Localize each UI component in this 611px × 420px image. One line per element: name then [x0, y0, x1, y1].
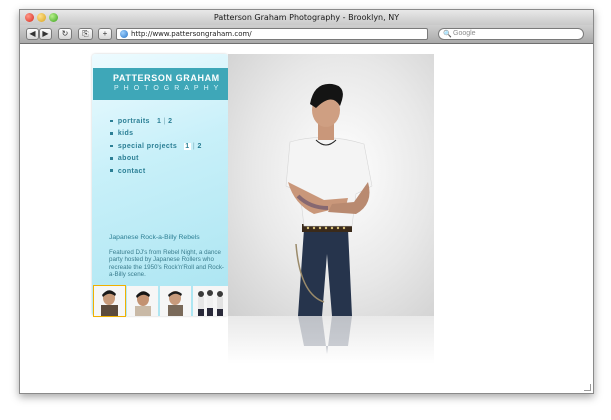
- nav-separator: |: [163, 118, 166, 125]
- bullet-icon: [110, 157, 113, 160]
- resize-grip-icon[interactable]: [584, 384, 591, 391]
- url-text: http://www.pattersongraham.com/: [131, 30, 252, 38]
- search-icon: 🔍: [443, 31, 452, 38]
- portrait-thumb-3-icon: [160, 286, 191, 316]
- nav-special-projects-page-1[interactable]: 1: [184, 142, 191, 150]
- bullet-icon: [110, 132, 113, 135]
- sidebar: PATTERSON GRAHAM PHOTOGRAPHY portraits 1…: [92, 54, 228, 317]
- nav-portraits-page-2[interactable]: 2: [168, 118, 172, 125]
- zoom-window-icon[interactable]: [49, 13, 58, 22]
- site-nav: portraits 1 | 2 kids special projects 1 …: [110, 118, 202, 180]
- bullet-icon: [110, 169, 113, 172]
- browser-toolbar: ◀ ▶ ↻ ⎘ + http://www.pattersongraham.com…: [20, 25, 593, 44]
- thumbnail-4[interactable]: [193, 286, 228, 316]
- nav-separator: |: [192, 142, 196, 150]
- search-input[interactable]: 🔍 Google: [438, 28, 584, 40]
- add-bookmark-button[interactable]: +: [98, 28, 112, 40]
- portrait-thumb-2-icon: [127, 286, 158, 316]
- bullet-icon: [110, 144, 113, 148]
- group-thumb-icon: [193, 286, 228, 316]
- nav-special-projects-link[interactable]: special projects: [118, 143, 177, 150]
- portrait-thumb-1-icon: [94, 286, 125, 316]
- rockabilly-portrait-icon: [285, 83, 373, 316]
- forward-button[interactable]: ▶: [39, 28, 52, 40]
- title-bar: Patterson Graham Photography - Brooklyn,…: [20, 10, 593, 25]
- project-description: Featured DJ's from Rebel Night, a dance …: [109, 249, 224, 279]
- project-title: Japanese Rock-a-Billy Rebels: [109, 234, 200, 241]
- globe-icon: [120, 30, 128, 38]
- site-logo[interactable]: PATTERSON GRAHAM PHOTOGRAPHY: [93, 68, 228, 100]
- search-placeholder: Google: [453, 30, 476, 37]
- minimize-window-icon[interactable]: [37, 13, 46, 22]
- nav-portraits-page-1[interactable]: 1: [157, 118, 161, 125]
- nav-kids-link[interactable]: kids: [118, 130, 134, 137]
- nav-item-about: about: [110, 155, 202, 167]
- snapshot-button[interactable]: ⎘: [78, 28, 93, 40]
- address-bar[interactable]: http://www.pattersongraham.com/: [116, 28, 428, 40]
- thumbnail-3[interactable]: [160, 286, 191, 316]
- reflection-legs-icon: [298, 316, 352, 354]
- back-button[interactable]: ◀: [26, 28, 39, 40]
- thumbnail-2[interactable]: [127, 286, 158, 316]
- thumbnail-strip: [93, 285, 228, 317]
- bullet-icon: [110, 119, 113, 123]
- featured-photo: [228, 54, 434, 316]
- nav-item-kids: kids: [110, 130, 202, 142]
- logo-subtitle: PHOTOGRAPHY: [114, 85, 224, 92]
- photo-reflection: [228, 316, 434, 364]
- nav-about-link[interactable]: about: [118, 155, 139, 162]
- browser-window: Patterson Graham Photography - Brooklyn,…: [19, 9, 594, 394]
- nav-portraits-link[interactable]: portraits: [118, 118, 150, 125]
- nav-item-special-projects: special projects 1 | 2: [110, 142, 202, 155]
- window-title: Patterson Graham Photography - Brooklyn,…: [213, 13, 400, 22]
- nav-item-contact: contact: [110, 168, 202, 180]
- close-window-icon[interactable]: [25, 13, 34, 22]
- thumbnail-1[interactable]: [93, 285, 126, 317]
- reload-button[interactable]: ↻: [58, 28, 72, 40]
- nav-contact-link[interactable]: contact: [118, 168, 146, 175]
- nav-special-projects-page-2[interactable]: 2: [198, 143, 202, 150]
- logo-name: PATTERSON GRAHAM: [113, 73, 220, 83]
- page-content: PATTERSON GRAHAM PHOTOGRAPHY portraits 1…: [20, 44, 593, 393]
- nav-item-portraits: portraits 1 | 2: [110, 118, 202, 130]
